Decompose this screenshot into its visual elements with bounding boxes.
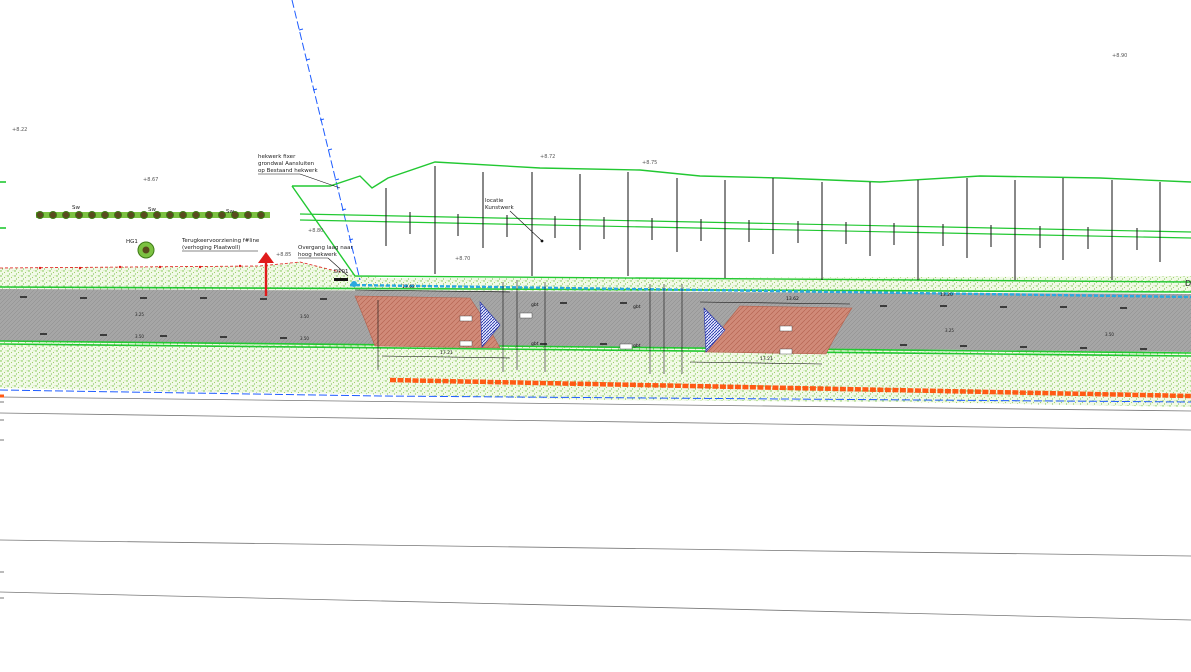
elevation-6: +8.70	[455, 256, 470, 262]
tree-label-3: Sw	[226, 209, 234, 215]
lane-mark-6: 3.50	[1105, 332, 1114, 337]
tree-label-2: Sw	[148, 207, 156, 213]
label-hekwerk-3: op Bestaand hekwerk	[258, 168, 318, 174]
lane-mark-2: 3.50	[300, 314, 309, 319]
elevation-1: +8.22	[12, 127, 27, 133]
elevation-7: +8.90	[1112, 53, 1127, 59]
lane-mark-4: 3.50	[300, 336, 309, 341]
dim-1362-right: 13.62	[786, 296, 799, 302]
elevation-3: +8.72	[540, 154, 555, 160]
lane-mark-5: 3.25	[945, 328, 954, 333]
fence-area-outline	[292, 161, 1191, 189]
lower-reference-lines	[0, 396, 1191, 621]
dim-1362-left: 13.62	[402, 284, 415, 290]
dim-1721-left: 17.21	[440, 350, 453, 356]
label-hekwerk-2: grondwal Aansluiten	[258, 161, 315, 167]
label-overgang-1: Overgang laag naar	[298, 245, 353, 251]
elevation-4: +8.75	[642, 160, 657, 166]
label-terug-1: Terugkeervoorziening f#line	[181, 238, 260, 244]
leader-locatie-dot	[540, 239, 544, 243]
gbt-label-3: gbt	[531, 341, 539, 347]
drainage-point	[351, 281, 357, 287]
lane-mark-3: 3.50	[135, 334, 144, 339]
left-tick-marks	[0, 401, 4, 599]
dim-1721-right: 17.21	[760, 356, 773, 362]
elevation-5: +8.80	[308, 228, 323, 234]
gbt-label-2: gbt	[633, 304, 641, 310]
tree-id-label: HG1	[126, 239, 138, 245]
label-locatie-2: Kunstwerk	[485, 205, 514, 211]
elevation-8: +8.85	[276, 252, 291, 258]
label-overgang-2: hoog hekwerk	[298, 252, 338, 258]
lane-mark-1: 3.25	[135, 312, 144, 317]
label-locatie-1: locatie	[485, 198, 504, 204]
tree-label-1: Sw	[72, 205, 80, 211]
fence-area-lower-outline	[291, 185, 1191, 283]
dim-1320: 13.20	[940, 292, 953, 298]
tree-symbol	[137, 241, 155, 259]
edge-label-d: D	[1185, 279, 1191, 288]
label-terug-2: (verhoging Plaatwoll)	[182, 245, 240, 251]
elevation-2: +8.67	[143, 177, 158, 183]
fence-posts	[385, 166, 1161, 280]
label-hekwerk-1: hekwerk fixer	[258, 154, 296, 160]
dp01-marker	[334, 278, 348, 281]
leader-locatie	[509, 210, 543, 242]
gbt-label-1: gbt	[531, 302, 539, 308]
gbt-label-4: gbt	[633, 343, 641, 349]
label-dp01: DP01	[334, 269, 349, 275]
cad-drawing: 3.25 3.50 3.50 3.50 3.25 3.50 Sw Sw Sw H…	[0, 0, 1191, 621]
